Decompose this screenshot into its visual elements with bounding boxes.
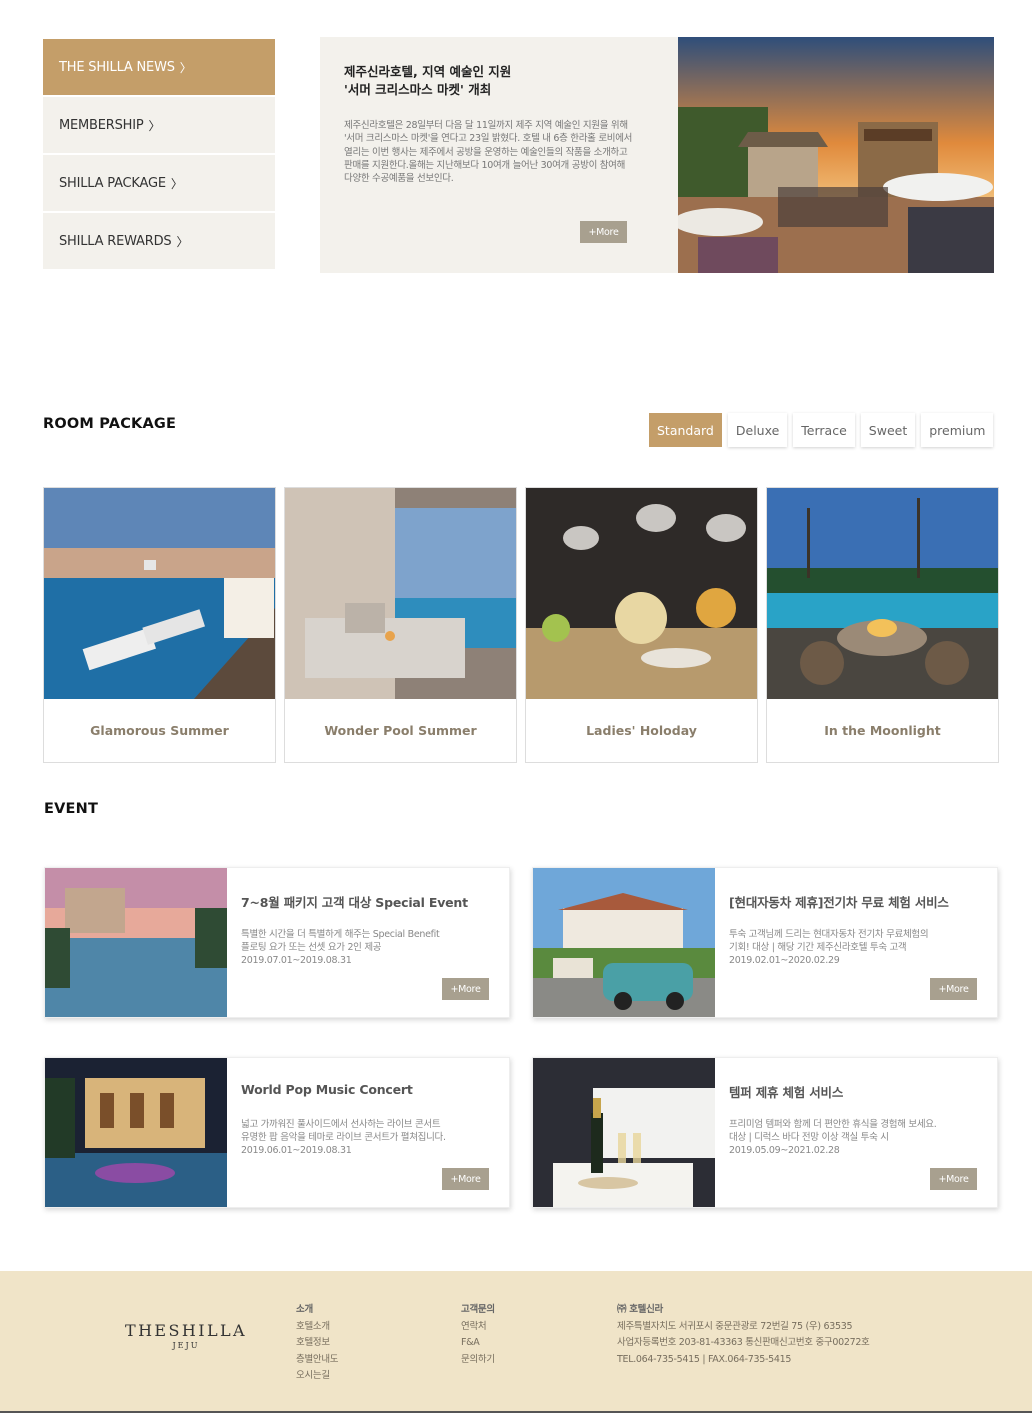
logo-location: JEJU <box>172 1341 200 1350</box>
room-card[interactable]: Glamorous Summer <box>43 487 276 763</box>
event-card-title: 7~8월 패키지 고객 대상 Special Event <box>241 895 468 910</box>
event-desc-line: 투숙 고객님께 드리는 현대자동차 전기차 무료체험의 <box>729 929 929 940</box>
event-card[interactable]: [현대자동차 제휴]전기차 무료 체험 서비스 투숙 고객님께 드리는 현대자동… <box>532 867 998 1018</box>
tab-terrace[interactable]: Terrace <box>793 413 855 447</box>
event-desc-line: 넓고 가까워진 풀사이드에서 선사하는 라이브 콘서트 <box>241 1119 441 1130</box>
event-more-button[interactable]: +More <box>930 978 977 1000</box>
tempur-bed-photo <box>533 1058 715 1207</box>
footer-about-links: 소개 호텔소개 호텔정보 층별안내도 오시는길 <box>296 1302 339 1385</box>
event-card[interactable]: World Pop Music Concert 넓고 가까워진 풀사이드에서 선… <box>44 1057 510 1208</box>
event-card-desc: 투숙 고객님께 드리는 현대자동차 전기차 무료체험의 기회! 대상 | 해당 … <box>729 928 989 967</box>
menu-item-shilla-rewards[interactable]: SHILLA REWARDS 〉 <box>43 213 275 269</box>
room-card-label: Ladies' Holoday <box>586 723 697 738</box>
room-package-tabs: Standard Deluxe Terrace Sweet premium <box>649 413 994 447</box>
event-more-button[interactable]: +More <box>442 1168 489 1190</box>
news-panel: 제주신라호텔, 지역 예술인 지원 '서머 크리스마스 마켓' 개최 제주신라호… <box>320 37 994 273</box>
chevron-right-icon: 〉 <box>170 176 183 191</box>
logo-wordmark: THESHILLA <box>125 1321 247 1340</box>
menu-item-shilla-package[interactable]: SHILLA PACKAGE 〉 <box>43 155 275 211</box>
side-menu: THE SHILLA NEWS 〉 MEMBERSHIP 〉 SHILLA PA… <box>43 39 275 271</box>
event-desc-line: 특별한 시간을 더 특별하게 해주는 Special Benefit <box>241 929 440 940</box>
event-date: 2019.05.09~2021.02.28 <box>729 1145 840 1156</box>
tab-deluxe[interactable]: Deluxe <box>727 413 788 447</box>
event-desc-line: 프리미엄 템퍼와 함께 더 편안한 휴식을 경험해 보세요. <box>729 1119 937 1130</box>
room-card[interactable]: In the Moonlight <box>766 487 999 763</box>
news-title-line: 제주신라호텔, 지역 예술인 지원 <box>344 64 512 79</box>
room-card[interactable]: Ladies' Holoday <box>525 487 758 763</box>
event-date: 2019.02.01~2020.02.29 <box>729 955 840 966</box>
footer-business-number: 사업자등록번호 203-81-43363 통신판매신고번호 중구00272호 <box>617 1337 870 1348</box>
event-card-desc: 프리미엄 템퍼와 함께 더 편안한 휴식을 경험해 보세요. 대상 | 디럭스 … <box>729 1118 989 1157</box>
event-date: 2019.06.01~2019.08.31 <box>241 1145 352 1156</box>
footer: THESHILLA JEJU 소개 호텔소개 호텔정보 층별안내도 오시는길 고… <box>0 1271 1032 1413</box>
footer-col-heading: 소개 <box>296 1304 313 1315</box>
footer-company-info: ㈜ 호텔신라 제주특별자치도 서귀포시 중문관광로 72번길 75 (우) 63… <box>617 1302 870 1368</box>
event-desc-line: 유명한 팝 음악을 테마로 라이브 콘서트가 펼쳐집니다. <box>241 1132 446 1143</box>
tab-premium[interactable]: premium <box>921 413 994 447</box>
menu-item-the-shilla-news[interactable]: THE SHILLA NEWS 〉 <box>43 39 275 95</box>
shilla-logo[interactable]: THESHILLA JEJU <box>125 1321 247 1350</box>
event-card[interactable]: 7~8월 패키지 고객 대상 Special Event 특별한 시간을 더 특… <box>44 867 510 1018</box>
footer-link-directions[interactable]: 오시는길 <box>296 1368 338 1385</box>
menu-item-label: SHILLA REWARDS <box>59 233 172 249</box>
pool-sunset-photo <box>44 488 275 699</box>
event-card[interactable]: 템퍼 제휴 체험 서비스 프리미엄 템퍼와 함께 더 편안한 휴식을 경험해 보… <box>532 1057 998 1208</box>
chevron-right-icon: 〉 <box>148 118 161 133</box>
event-desc-line: 대상 | 디럭스 바다 전망 이상 객실 투숙 시 <box>729 1132 889 1143</box>
concert-photo <box>45 1058 227 1207</box>
tab-standard[interactable]: Standard <box>649 413 722 447</box>
chevron-right-icon: 〉 <box>176 234 189 249</box>
sunset-pool-photo <box>45 868 227 1017</box>
footer-address: 제주특별자치도 서귀포시 중문관광로 72번길 75 (우) 63535 <box>617 1320 853 1332</box>
electric-car-photo <box>533 868 715 1017</box>
footer-link-hotel-intro[interactable]: 호텔소개 <box>296 1319 338 1336</box>
footer-col-heading: 고객문의 <box>461 1304 495 1315</box>
cabana-photo <box>285 488 516 699</box>
menu-item-label: THE SHILLA NEWS <box>59 59 175 75</box>
footer-link-floor-guide[interactable]: 층별안내도 <box>296 1352 339 1369</box>
tab-sweet[interactable]: Sweet <box>860 413 916 447</box>
room-card-label: Glamorous Summer <box>90 723 229 738</box>
event-more-button[interactable]: +More <box>442 978 489 1000</box>
event-card-title: World Pop Music Concert <box>241 1082 413 1097</box>
event-date: 2019.07.01~2019.08.31 <box>241 955 352 966</box>
room-card[interactable]: Wonder Pool Summer <box>284 487 517 763</box>
moonlight-firepit-photo <box>767 488 998 699</box>
event-desc-line: 기회! 대상 | 해당 기간 제주신라호텔 투숙 고객 <box>729 942 907 953</box>
footer-phone-fax: TEL.064-735-5415 | FAX.064-735-5415 <box>617 1353 792 1365</box>
room-card-label: Wonder Pool Summer <box>324 723 477 738</box>
news-title: 제주신라호텔, 지역 예술인 지원 '서머 크리스마스 마켓' 개최 <box>344 63 644 99</box>
event-card-desc: 넓고 가까워진 풀사이드에서 선사하는 라이브 콘서트 유명한 팝 음악을 테마… <box>241 1118 501 1157</box>
menu-item-membership[interactable]: MEMBERSHIP 〉 <box>43 97 275 153</box>
footer-company-name: ㈜ 호텔신라 <box>617 1304 663 1315</box>
news-body: 제주신라호텔은 28일부터 다음 달 11일까지 제주 지역 예술인 지원을 위… <box>344 120 633 185</box>
event-desc-line: 플로팅 요가 또는 선셋 요가 2인 제공 <box>241 942 382 953</box>
menu-item-label: MEMBERSHIP <box>59 117 144 133</box>
chevron-right-icon: 〉 <box>179 60 192 75</box>
footer-contact-links: 고객문의 연락처 F&A 문의하기 <box>461 1302 495 1368</box>
event-card-title: 템퍼 제휴 체험 서비스 <box>729 1085 844 1100</box>
room-package-list: Glamorous Summer Wonder Pool Summer Ladi… <box>43 487 999 763</box>
event-card-title: [현대자동차 제휴]전기차 무료 체험 서비스 <box>729 895 949 910</box>
news-title-line: '서머 크리스마스 마켓' 개최 <box>344 82 492 97</box>
footer-link-contact[interactable]: 연락처 <box>461 1319 495 1336</box>
footer-link-faq[interactable]: F&A <box>461 1335 495 1352</box>
market-photo[interactable] <box>678 37 994 273</box>
event-title: EVENT <box>44 801 99 817</box>
footer-link-inquiry[interactable]: 문의하기 <box>461 1352 495 1369</box>
menu-item-label: SHILLA PACKAGE <box>59 175 166 191</box>
event-more-button[interactable]: +More <box>930 1168 977 1190</box>
news-more-button[interactable]: +More <box>580 221 627 243</box>
room-card-label: In the Moonlight <box>824 723 941 738</box>
event-card-desc: 특별한 시간을 더 특별하게 해주는 Special Benefit 플로팅 요… <box>241 928 501 967</box>
room-package-title: ROOM PACKAGE <box>43 416 177 432</box>
footer-link-hotel-info[interactable]: 호텔정보 <box>296 1335 338 1352</box>
buffet-photo <box>526 488 757 699</box>
